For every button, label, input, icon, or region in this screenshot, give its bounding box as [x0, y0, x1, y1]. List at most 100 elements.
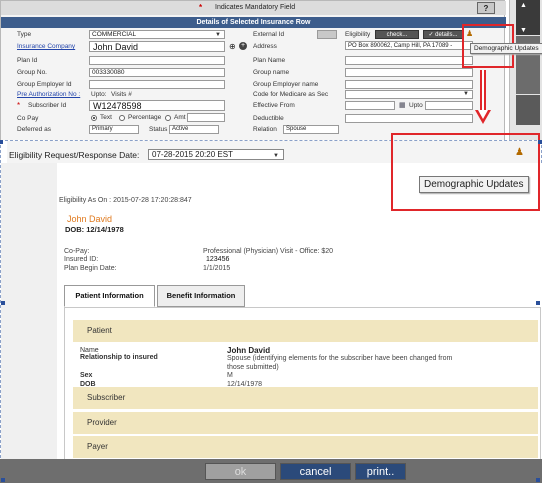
- plan-id-label: Plan Id: [17, 57, 38, 64]
- mandatory-label: Indicates Mandatory Field: [215, 4, 296, 11]
- patient-row-label: Name: [80, 347, 99, 354]
- binoculars-icon[interactable]: ⊕: [229, 42, 236, 51]
- patient-name: John David: [67, 214, 113, 224]
- group-employer-id-label: Group Employer Id: [17, 81, 72, 88]
- plan-name-input[interactable]: [345, 56, 473, 65]
- mandatory-bar: * Indicates Mandatory Field: [1, 1, 506, 15]
- chevron-down-icon: ▼: [463, 91, 469, 97]
- left-strip: [1, 163, 57, 463]
- patient-row-value: M: [227, 372, 233, 379]
- insurance-company-input[interactable]: John David: [89, 41, 225, 52]
- upto-label: Upto:: [91, 91, 107, 98]
- check-eligibility-button[interactable]: check...: [375, 30, 419, 39]
- type-select[interactable]: COMMERCIAL ▼: [89, 30, 225, 39]
- tab-benefit-information[interactable]: Benefit Information: [157, 285, 245, 307]
- type-value: COMMERCIAL: [92, 31, 137, 38]
- eligibility-date-label: Eligibility Request/Response Date:: [9, 150, 140, 160]
- effective-from-label: Effective From: [253, 102, 295, 109]
- cancel-button[interactable]: cancel: [280, 463, 351, 480]
- resize-handle[interactable]: [1, 301, 5, 305]
- pre-authorization-link[interactable]: Pre Authorization No :: [17, 91, 80, 98]
- external-id-input[interactable]: [317, 30, 337, 39]
- demographic-updates-tooltip: Demographic Updates: [419, 176, 529, 193]
- type-label: Type: [17, 31, 32, 38]
- deferred-select[interactable]: Primary: [89, 125, 139, 134]
- detail-label: Plan Begin Date:: [64, 265, 117, 272]
- resize-handle[interactable]: [0, 140, 3, 144]
- section-patient[interactable]: Patient: [73, 320, 538, 342]
- detail-label: Co-Pay:: [64, 248, 90, 255]
- group-employer-name-label: Group Employer name: [253, 81, 319, 88]
- demographic-updates-icon[interactable]: ♟: [515, 147, 524, 158]
- copay-percentage-radio[interactable]: [119, 115, 125, 121]
- section-title: Details of Selected Insurance Row: [1, 17, 506, 28]
- highlight-arrow: [480, 70, 486, 112]
- section-subscriber[interactable]: Subscriber: [73, 387, 538, 409]
- button-bar: ok cancel print..: [0, 459, 542, 483]
- required-star-icon: *: [17, 101, 21, 110]
- add-icon[interactable]: +: [239, 42, 247, 50]
- effective-upto-input[interactable]: [425, 101, 473, 110]
- visits-label: Visits #: [111, 91, 132, 98]
- detail-label: Insured ID:: [64, 256, 99, 263]
- group-name-input[interactable]: [345, 68, 473, 77]
- mandatory-star-icon: *: [199, 3, 203, 12]
- chevron-down-icon: ▼: [215, 32, 221, 38]
- relation-label: Relation: [253, 126, 277, 133]
- medicare-code-label: Code for Medicare as Sec: [253, 91, 329, 98]
- medicare-code-select[interactable]: ▼: [345, 90, 473, 99]
- copay-option-label: Percentage: [128, 114, 162, 121]
- status-label: Status: [149, 126, 168, 133]
- group-no-input[interactable]: 003330080: [89, 68, 225, 77]
- status-select[interactable]: Active: [169, 125, 219, 134]
- group-name-label: Group name: [253, 69, 290, 76]
- group-employer-name-input[interactable]: [345, 80, 473, 89]
- help-button[interactable]: ?: [477, 2, 495, 14]
- eligibility-date-select[interactable]: 07-28-2015 20:20 EST ▼: [148, 149, 284, 160]
- copay-text-radio[interactable]: [91, 115, 97, 121]
- copay-amount-input[interactable]: [187, 113, 225, 122]
- deductible-input[interactable]: [345, 114, 473, 123]
- plan-name-label: Plan Name: [253, 57, 286, 64]
- ok-button[interactable]: ok: [205, 463, 276, 480]
- section-provider[interactable]: Provider: [73, 412, 538, 434]
- resize-handle[interactable]: [538, 140, 542, 144]
- deductible-label: Deductible: [253, 115, 284, 122]
- subscriber-id-input[interactable]: W12478598: [89, 100, 225, 111]
- copay-amt-radio[interactable]: [165, 115, 171, 121]
- patient-dob: DOB: 12/14/1978: [65, 225, 124, 234]
- section-payer[interactable]: Payer: [73, 436, 538, 458]
- relation-select[interactable]: Spouse: [283, 125, 339, 134]
- group-no-label: Group No.: [17, 69, 47, 76]
- external-id-label: External Id: [253, 31, 285, 38]
- address-label: Address: [253, 43, 277, 50]
- group-employer-id-input[interactable]: [89, 80, 225, 89]
- chevron-down-icon: ▼: [273, 153, 279, 159]
- plan-id-input[interactable]: [89, 56, 225, 65]
- highlight-box: [391, 133, 540, 211]
- resize-handle[interactable]: [536, 301, 540, 305]
- address-input[interactable]: PO Box 890062, Camp Hill, PA 17089 -: [345, 41, 473, 50]
- rail-scroll-up-icon[interactable]: ▲: [520, 2, 527, 9]
- eligibility-as-on: Eligibility As On : 2015-07-28 17:20:28:…: [59, 197, 192, 204]
- eligibility-details-button[interactable]: ✓ details...: [423, 30, 463, 39]
- calendar-icon[interactable]: ▦: [399, 101, 406, 109]
- print-button[interactable]: print..: [355, 463, 406, 480]
- resize-handle[interactable]: [536, 478, 540, 482]
- detail-value: 1/1/2015: [203, 265, 231, 272]
- effective-upto-label: Upto: [409, 102, 423, 109]
- patient-row-value: Spouse (identifying elements for the sub…: [227, 355, 453, 371]
- effective-from-input[interactable]: [345, 101, 395, 110]
- rail-panel: [516, 95, 540, 125]
- detail-value: 123456: [206, 256, 230, 263]
- rail-scroll-down-icon[interactable]: ▼: [520, 27, 527, 34]
- tab-patient-information[interactable]: Patient Information: [64, 285, 155, 307]
- detail-value: Professional (Physician) Visit - Office:…: [203, 248, 334, 255]
- resize-handle[interactable]: [1, 478, 5, 482]
- highlight-arrow-head-inner: [478, 110, 488, 119]
- insurance-company-link[interactable]: Insurance Company: [17, 43, 75, 50]
- copay-option-label: Text: [100, 114, 112, 121]
- eligibility-date-value: 07-28-2015 20:20 EST: [152, 150, 233, 159]
- copay-option-label: Amt: [174, 114, 186, 121]
- demographic-updates-tooltip: Demographic Updates: [470, 43, 542, 54]
